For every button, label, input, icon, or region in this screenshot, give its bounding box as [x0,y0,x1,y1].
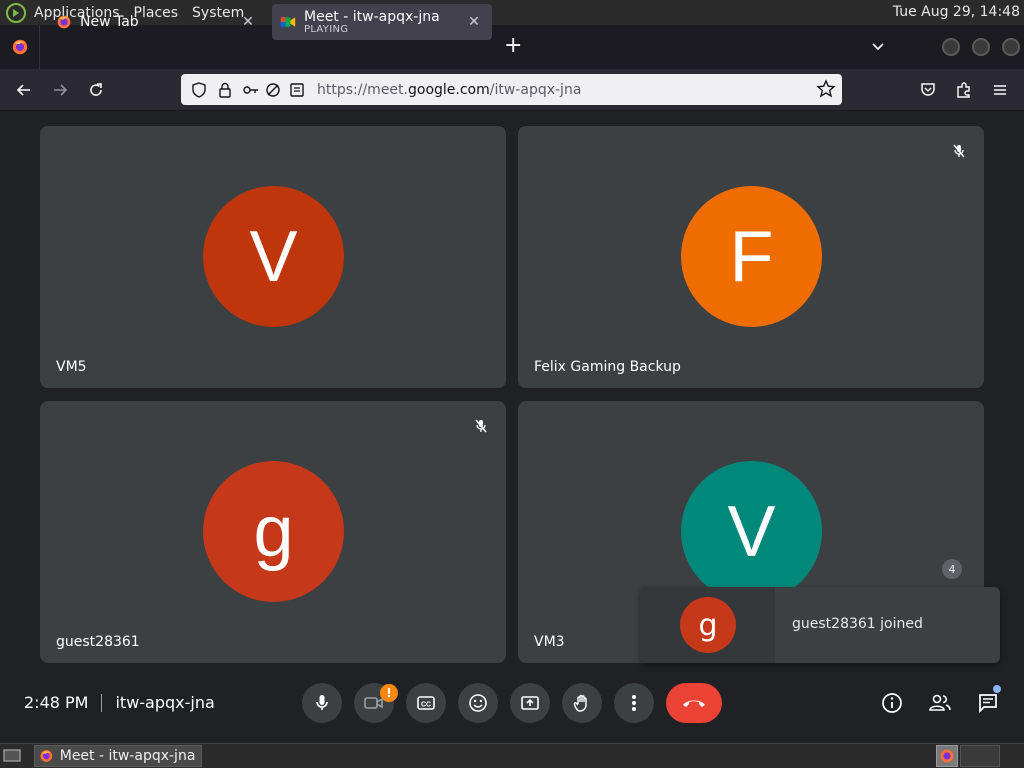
participant-name: guest28361 [56,634,140,650]
arrow-right-icon [54,84,68,96]
firefox-icon [12,39,27,55]
reader-view-icon[interactable] [287,80,307,100]
chevron-down-icon [872,43,884,51]
notification-avatar: g [680,597,736,653]
emoji-icon [469,694,487,712]
show-desktop-button[interactable] [2,747,22,765]
forward-button[interactable] [49,79,71,101]
tab-title: Meet - itw-apqx-jna [304,8,440,25]
workspace-switcher-active[interactable] [936,745,958,767]
app-menu-button[interactable] [989,79,1011,101]
back-button[interactable] [13,79,35,101]
notification-message: guest28361 joined [792,616,923,632]
extensions-button[interactable] [953,79,975,101]
mic-off-icon [468,413,494,439]
microphone-icon [316,695,328,710]
participant-avatar: V [681,461,822,602]
lock-icon[interactable] [215,80,235,100]
more-options-button[interactable] [614,683,654,723]
tab-playing-label: PLAYING [304,23,349,35]
reactions-button[interactable] [458,683,498,723]
meeting-controls-bar: 2:48 PM itw-apqx-jna CC [0,673,1024,735]
firefox-icon [57,15,71,29]
minimize-window-button[interactable] [942,38,960,56]
participant-count-badge: 4 [942,559,962,579]
bookmark-star-icon[interactable] [816,79,836,99]
meeting-details: 2:48 PM itw-apqx-jna [24,693,215,712]
taskbar-window-title: Meet - itw-apqx-jna ... [59,748,201,764]
firefox-icon [940,749,954,763]
leave-call-button[interactable] [666,683,722,723]
participant-tile[interactable]: g guest28361 [40,401,506,663]
svg-text:CC: CC [421,702,431,709]
google-meet-icon [280,17,296,27]
participant-name: VM5 [56,359,87,375]
present-screen-icon [521,696,539,710]
people-button[interactable] [924,687,956,719]
url-text[interactable]: https://meet.google.com/itw-apqx-jna [317,82,581,98]
tab-meet[interactable]: Meet - itw-apqx-jna PLAYING ✕ [272,4,492,40]
meeting-time: 2:48 PM [24,693,89,712]
reload-button[interactable] [85,79,107,101]
participant-avatar: F [681,186,822,327]
participant-avatar: g [203,461,344,602]
raise-hand-button[interactable] [562,683,602,723]
more-vertical-icon [632,695,636,711]
microphone-button[interactable] [302,683,342,723]
camera-blocked-icon[interactable] [263,80,283,100]
reload-icon [90,83,102,96]
camera-alert-badge: ! [380,684,398,702]
firefox-icon [40,750,53,762]
captions-button[interactable]: CC [406,683,446,723]
hang-up-icon [683,700,705,707]
tab-title: New Tab [80,14,139,30]
tracking-protection-icon[interactable] [189,80,209,100]
participant-avatar: V [203,186,344,327]
list-all-tabs-button[interactable] [870,38,886,54]
participant-tile[interactable]: F Felix Gaming Backup [518,126,984,388]
url-bar[interactable]: https://meet.google.com/itw-apqx-jna [181,74,842,105]
maximize-window-button[interactable] [972,38,990,56]
meeting-code: itw-apqx-jna [115,693,215,712]
hamburger-menu-icon [994,85,1006,95]
people-icon [929,694,951,711]
bottom-taskbar: Meet - itw-apqx-jna ... [0,743,1024,768]
meet-page: V VM5 F Felix Gaming Backup g guest28361… [0,111,1024,743]
firefox-view-button[interactable] [0,25,40,69]
arrow-left-icon [16,84,30,96]
present-screen-button[interactable] [510,683,550,723]
gnome-menu-icon[interactable] [6,2,26,23]
puzzle-icon [957,82,970,98]
participant-name: Felix Gaming Backup [534,359,681,375]
close-tab-icon[interactable]: ✕ [466,14,482,30]
mic-off-icon [946,138,972,164]
raise-hand-icon [573,694,587,712]
meeting-details-button[interactable] [876,687,908,719]
close-window-button[interactable] [1002,38,1020,56]
join-notification[interactable]: g guest28361 joined [640,587,1000,663]
closed-captions-icon: CC [417,696,435,710]
new-tab-button[interactable]: + [504,34,522,58]
close-tab-icon[interactable]: ✕ [240,14,256,30]
tab-new-tab[interactable]: New Tab ✕ [44,4,266,40]
participant-tile[interactable]: V VM5 [40,126,506,388]
taskbar-window-button[interactable]: Meet - itw-apqx-jna ... [34,745,202,767]
desktop-icon [3,749,21,762]
info-icon [882,693,902,713]
chat-unread-dot [993,685,1001,693]
panel-clock[interactable]: Tue Aug 29, 14:48 [893,4,1020,20]
pocket-button[interactable] [917,79,939,101]
navigation-toolbar: https://meet.google.com/itw-apqx-jna [0,69,1024,111]
chat-icon [979,694,997,714]
permissions-icon[interactable] [241,80,261,100]
participant-name: VM3 [534,634,565,650]
workspace-switcher[interactable] [960,745,1000,767]
divider [101,693,103,712]
pocket-icon [921,83,935,96]
